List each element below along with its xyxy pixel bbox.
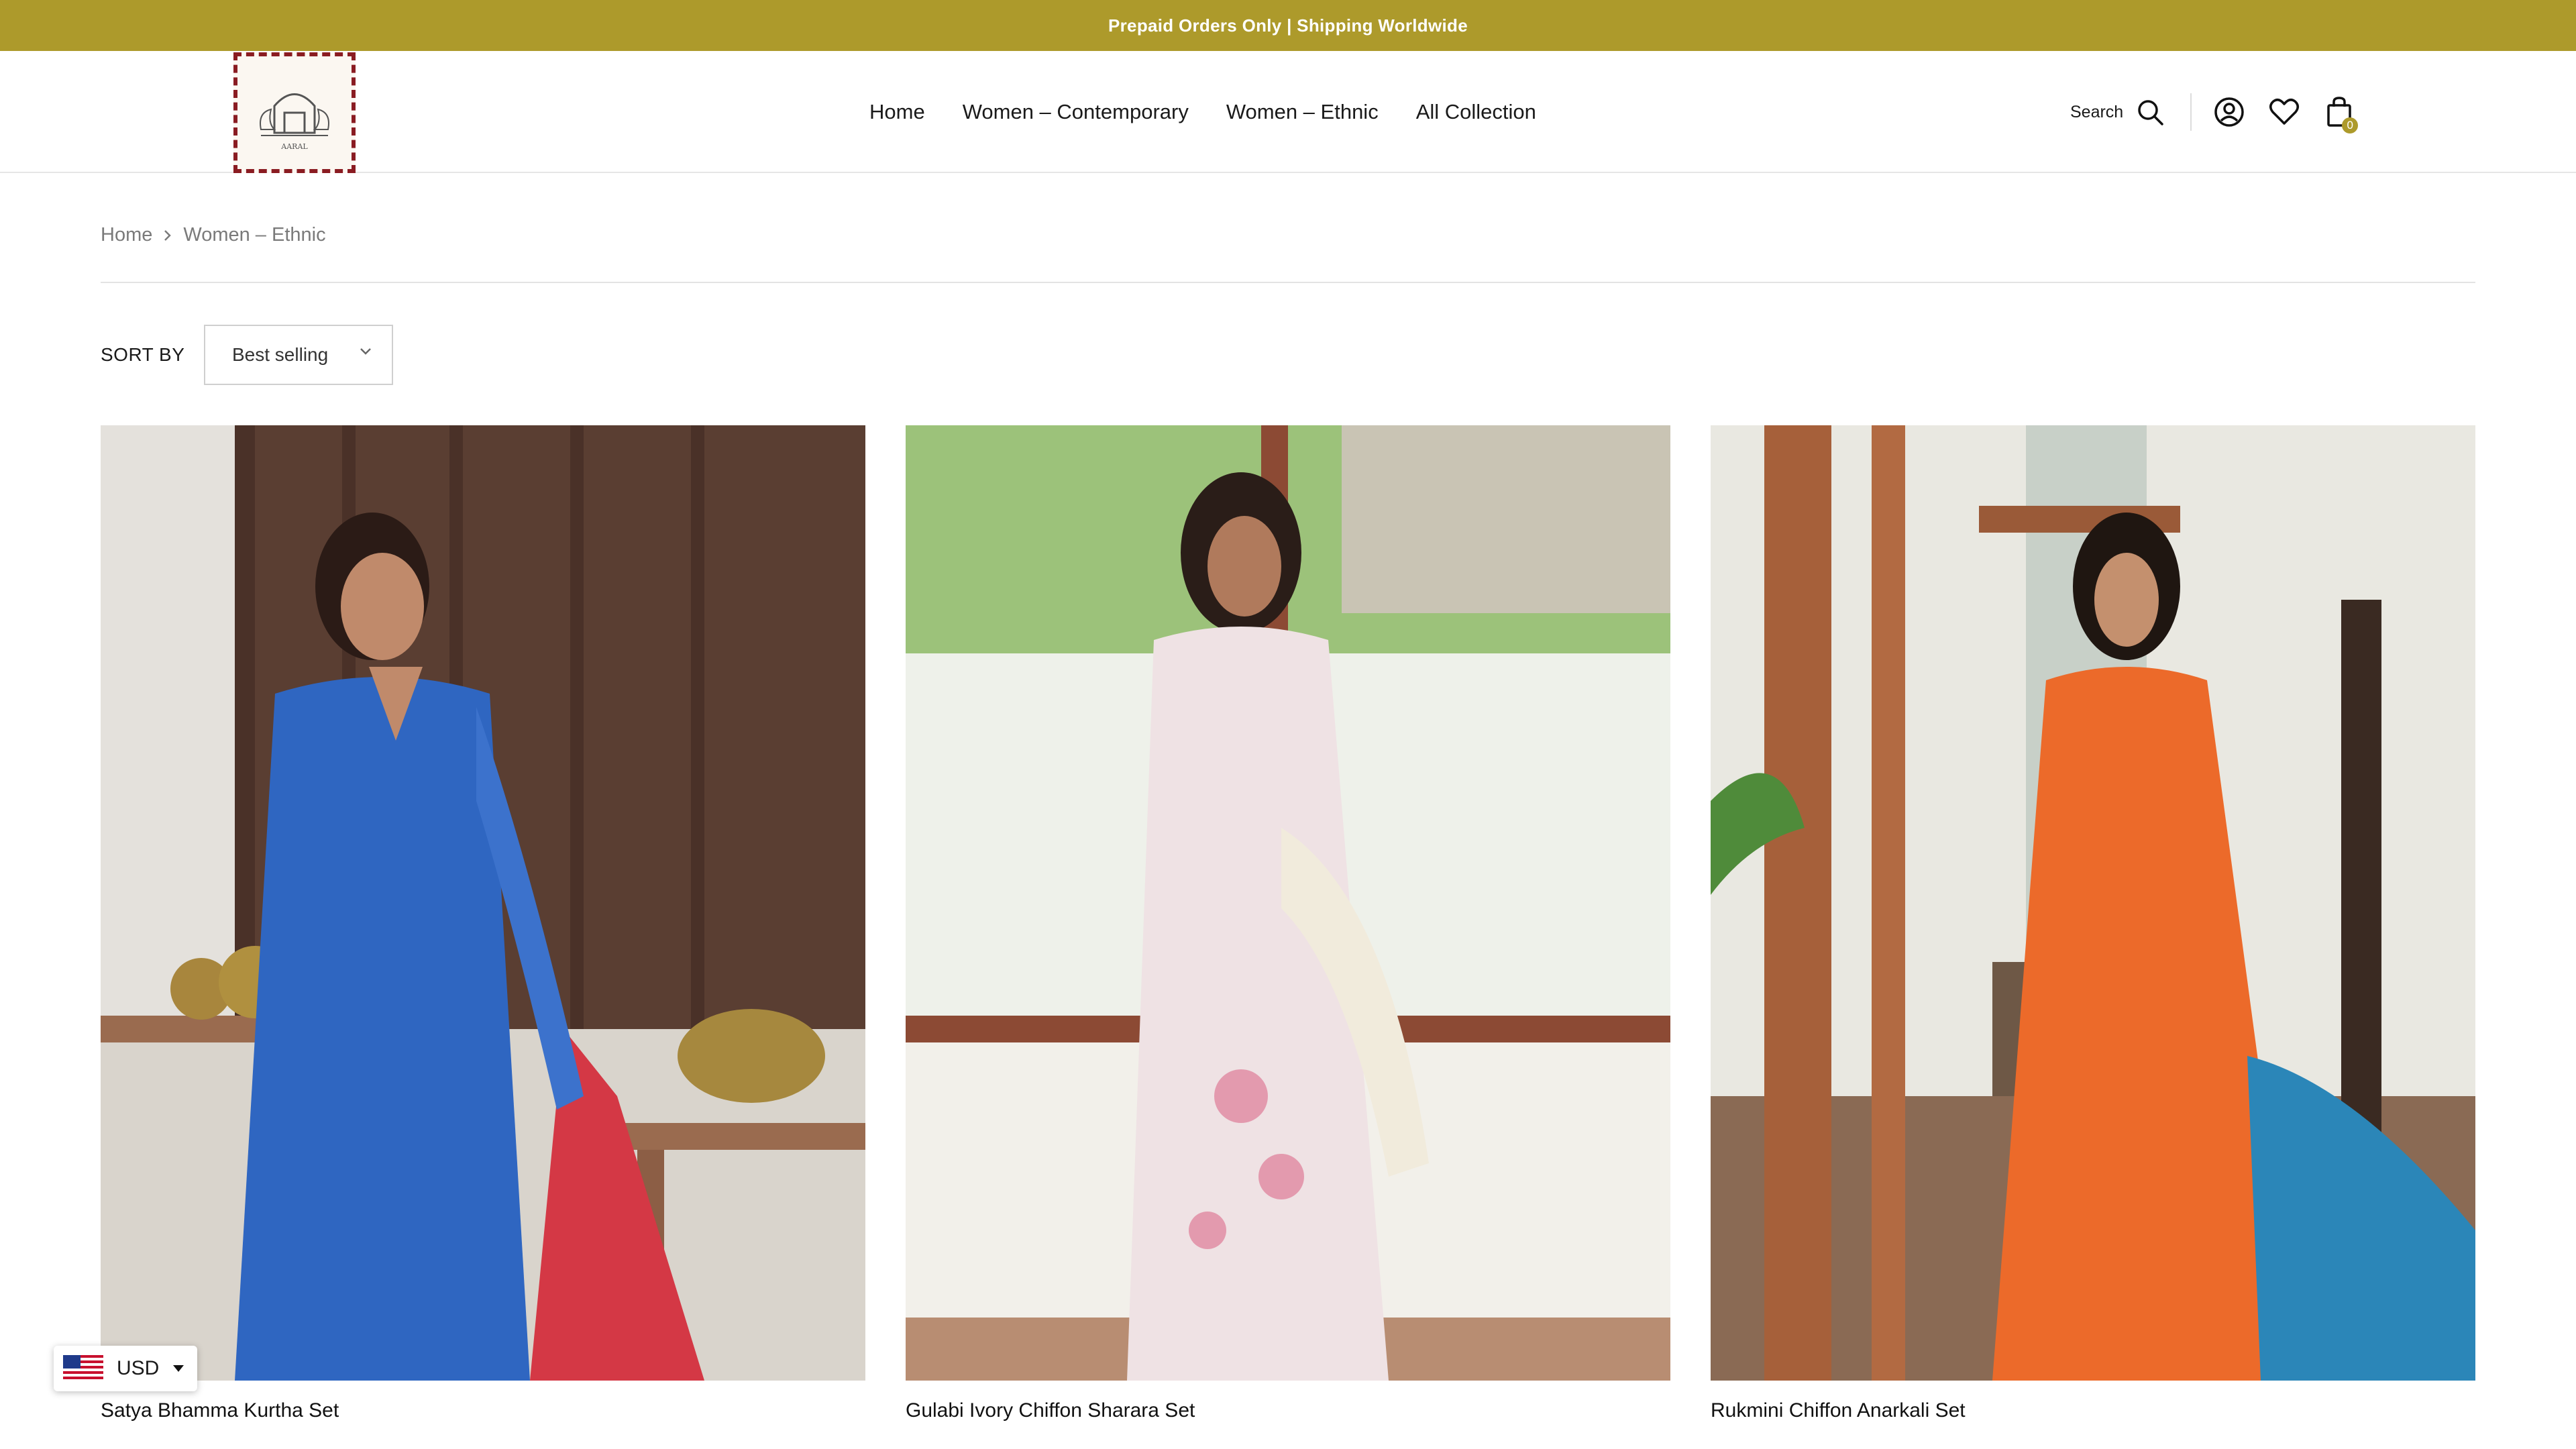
announcement-text: Prepaid Orders Only | Shipping Worldwide xyxy=(1108,15,1468,36)
search-icon[interactable] xyxy=(2133,95,2167,129)
sort-selected-value: Best selling xyxy=(232,344,329,365)
site-header: AARAL Home Women – Contemporary Women – … xyxy=(0,51,2576,173)
chevron-right-icon xyxy=(164,229,172,241)
cart-bag-icon[interactable]: 0 xyxy=(2322,95,2359,133)
nav-item-women-contemporary[interactable]: Women – Contemporary xyxy=(963,100,1189,124)
currency-selector[interactable]: USD xyxy=(54,1346,197,1391)
logo-emblem-icon: AARAL xyxy=(260,93,329,151)
header-divider xyxy=(2190,93,2192,131)
product-card[interactable]: Satya Bhamma Kurtha Set xyxy=(101,425,865,1422)
sort-label: SORT BY xyxy=(101,344,185,365)
product-name[interactable]: Gulabi Ivory Chiffon Sharara Set xyxy=(906,1399,1670,1422)
breadcrumb-current: Women – Ethnic xyxy=(183,224,326,246)
product-name[interactable]: Rukmini Chiffon Anarkali Set xyxy=(1711,1399,2475,1422)
product-card[interactable]: Gulabi Ivory Chiffon Sharara Set xyxy=(906,425,1670,1422)
product-card[interactable]: Rukmini Chiffon Anarkali Set xyxy=(1711,425,2475,1422)
breadcrumb-home[interactable]: Home xyxy=(101,224,152,246)
announcement-bar: Prepaid Orders Only | Shipping Worldwide xyxy=(0,0,2576,51)
breadcrumb: Home Women – Ethnic xyxy=(101,224,326,246)
nav-item-all-collection[interactable]: All Collection xyxy=(1416,100,1536,124)
product-image[interactable] xyxy=(906,425,1670,1381)
content-divider xyxy=(101,282,2475,283)
sort-select[interactable]: Best selling xyxy=(204,325,393,385)
product-name[interactable]: Satya Bhamma Kurtha Set xyxy=(101,1399,865,1422)
caret-down-icon xyxy=(173,1365,184,1372)
product-image[interactable] xyxy=(1711,425,2475,1381)
chevron-down-icon xyxy=(360,348,371,355)
svg-text:AARAL: AARAL xyxy=(280,142,308,151)
brand-logo[interactable]: AARAL xyxy=(233,52,356,173)
wishlist-heart-icon[interactable] xyxy=(2267,95,2302,129)
nav-item-home[interactable]: Home xyxy=(869,100,925,124)
account-icon[interactable] xyxy=(2212,95,2247,129)
main-nav: Home Women – Contemporary Women – Ethnic… xyxy=(869,51,1536,173)
cart-count-badge: 0 xyxy=(2342,117,2359,133)
us-flag-icon xyxy=(63,1355,103,1382)
search-label[interactable]: Search xyxy=(2070,103,2123,122)
nav-item-women-ethnic[interactable]: Women – Ethnic xyxy=(1226,100,1379,124)
header-actions: Search 0 xyxy=(2070,51,2359,173)
currency-code: USD xyxy=(117,1357,160,1379)
product-image[interactable] xyxy=(101,425,865,1381)
